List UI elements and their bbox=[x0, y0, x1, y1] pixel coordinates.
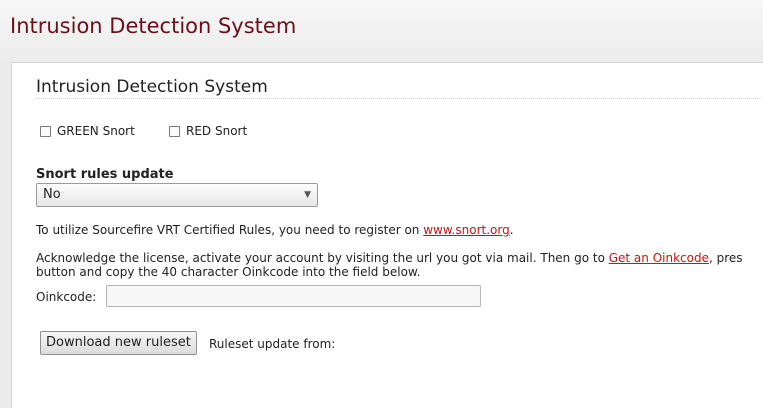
red-snort-label: RED Snort bbox=[186, 124, 248, 138]
red-snort-option[interactable]: RED Snort bbox=[169, 124, 247, 138]
acknowledge-info-line2: button and copy the 40 character Oinkcod… bbox=[36, 265, 421, 279]
oinkcode-label: Oinkcode: bbox=[36, 290, 97, 304]
register-end: . bbox=[509, 223, 514, 237]
section-title: Intrusion Detection System bbox=[36, 77, 268, 97]
ruleset-update-from-label: Ruleset update from: bbox=[209, 337, 336, 351]
acknowledge-text: Acknowledge the license, activate your a… bbox=[36, 251, 609, 265]
green-snort-label: GREEN Snort bbox=[57, 124, 135, 138]
red-snort-checkbox[interactable] bbox=[169, 125, 180, 137]
green-snort-option[interactable]: GREEN Snort bbox=[40, 124, 135, 138]
get-oinkcode-link[interactable]: Get an Oinkcode bbox=[609, 251, 709, 265]
rules-update-select[interactable]: No ▼ bbox=[36, 183, 318, 207]
snort-org-link[interactable]: www.snort.org bbox=[423, 223, 510, 237]
register-text: To utilize Sourcefire VRT Certified Rule… bbox=[36, 223, 424, 237]
page-header: Intrusion Detection System bbox=[0, 0, 763, 62]
register-info: To utilize Sourcefire VRT Certified Rule… bbox=[36, 223, 514, 237]
dropdown-arrow-icon: ▼ bbox=[304, 190, 311, 200]
acknowledge-info-line1: Acknowledge the license, activate your a… bbox=[36, 251, 743, 265]
rules-update-label: Snort rules update bbox=[36, 167, 174, 182]
page-title: Intrusion Detection System bbox=[10, 14, 297, 38]
rules-update-selected: No bbox=[43, 187, 61, 202]
ids-panel: Intrusion Detection System GREEN Snort R… bbox=[11, 62, 763, 408]
oinkcode-input[interactable] bbox=[106, 285, 481, 307]
section-divider bbox=[36, 98, 763, 99]
acknowledge-text-continued: , pres bbox=[708, 251, 743, 265]
download-ruleset-button[interactable]: Download new ruleset bbox=[40, 331, 197, 355]
green-snort-checkbox[interactable] bbox=[40, 125, 51, 137]
